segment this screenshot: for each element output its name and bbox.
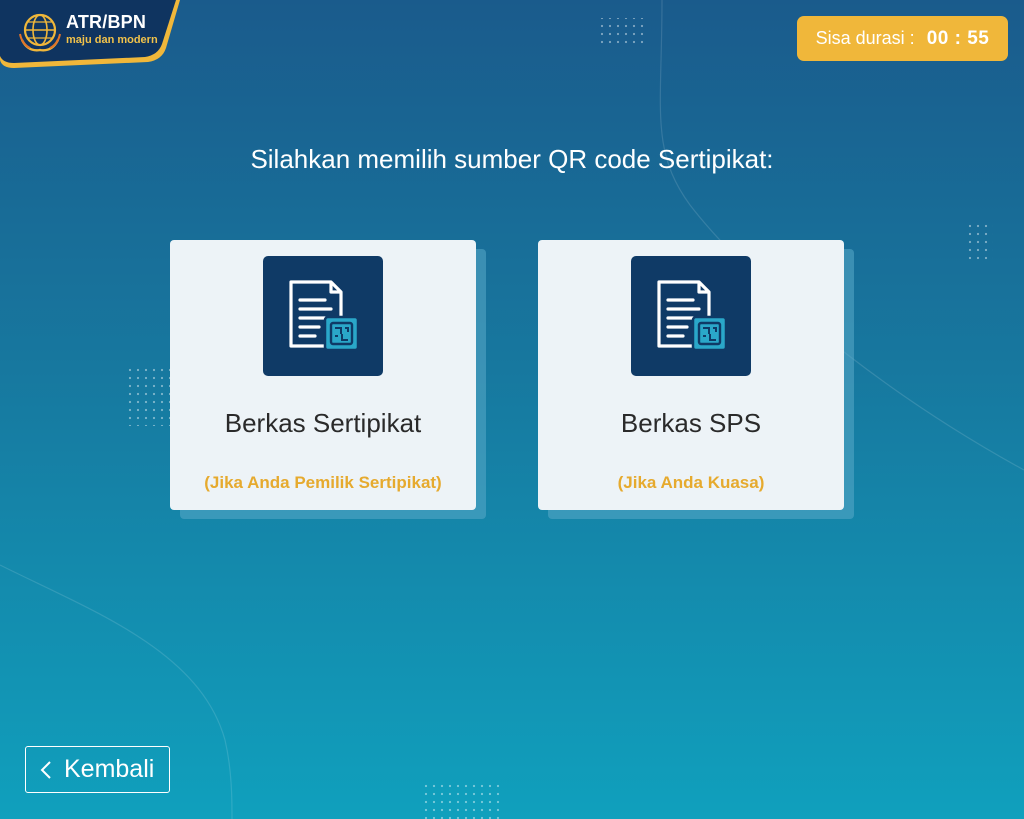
- back-button-label: Kembali: [64, 755, 155, 783]
- option-subtitle: (Jika Anda Kuasa): [617, 473, 765, 492]
- option-subtitle: (Jika Anda Pemilik Sertipikat): [204, 473, 442, 492]
- logo-title: ATR/BPN: [66, 12, 147, 32]
- logo-tagline: maju dan modern: [66, 34, 158, 46]
- atr-bpn-logo: ATR/BPN maju dan modern: [0, 0, 185, 72]
- option-card-berkas-sps[interactable]: Berkas SPS (Jika Anda Kuasa): [538, 240, 844, 510]
- page-heading: Silahkan memilih sumber QR code Sertipik…: [250, 144, 774, 174]
- chevron-left-icon: [40, 760, 52, 780]
- option-title: Berkas SPS: [620, 408, 762, 438]
- session-timer: Sisa durasi : 00 : 55: [797, 16, 1008, 61]
- document-qr-icon: [631, 256, 751, 376]
- timer-value: 00 : 55: [926, 27, 990, 49]
- document-qr-icon: [263, 256, 383, 376]
- timer-label: Sisa durasi :: [815, 28, 915, 48]
- option-title: Berkas Sertipikat: [224, 408, 422, 438]
- background-decoration: [0, 0, 1024, 819]
- back-button[interactable]: Kembali: [25, 746, 170, 793]
- option-card-berkas-sertipikat[interactable]: Berkas Sertipikat (Jika Anda Pemilik Ser…: [170, 240, 476, 510]
- globe-emblem-icon: [18, 10, 62, 54]
